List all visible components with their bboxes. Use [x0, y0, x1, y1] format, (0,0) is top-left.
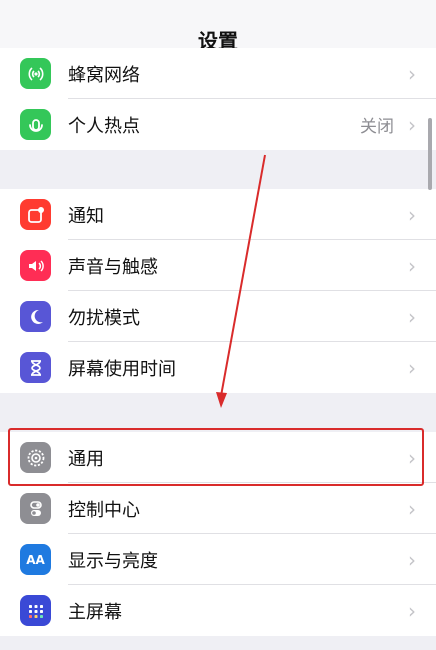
- annotation-arrow: [216, 154, 266, 408]
